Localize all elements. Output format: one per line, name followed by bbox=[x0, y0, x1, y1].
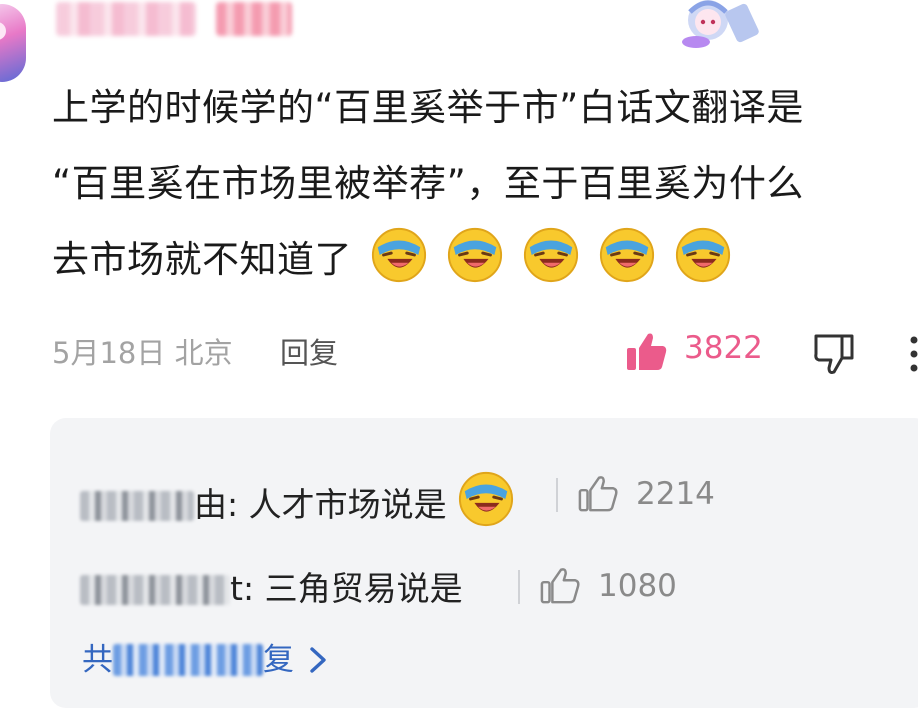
laughing-cry-emoji-icon bbox=[599, 227, 655, 283]
reply-username-tail: t: bbox=[230, 569, 255, 608]
reply-like-count: 2214 bbox=[636, 476, 715, 512]
comment-date-location: 5月18日 北京 bbox=[52, 336, 233, 370]
comment-body: 上学的时候学的“百里奚举于市”白话文翻译是 “百里奚在市场里被举荐”，至于百里奚… bbox=[52, 70, 902, 298]
reply-username-tail: 由: bbox=[194, 485, 239, 524]
thumbs-up-icon[interactable] bbox=[626, 332, 668, 372]
more-replies-prefix: 共 bbox=[82, 642, 113, 678]
username-blurred[interactable] bbox=[56, 2, 196, 36]
reply-text: 人才市场说是 bbox=[248, 485, 447, 524]
divider bbox=[556, 478, 558, 512]
thumbs-up-icon[interactable] bbox=[540, 566, 580, 606]
more-replies-suffix: 复 bbox=[263, 642, 294, 678]
more-options-icon[interactable] bbox=[906, 334, 918, 374]
thumbs-up-icon[interactable] bbox=[578, 474, 618, 514]
view-more-replies-link[interactable]: 共复 bbox=[82, 634, 328, 679]
laughing-cry-emoji-icon bbox=[675, 227, 731, 283]
user-badge-blurred bbox=[216, 2, 292, 36]
laughing-cry-emoji-icon bbox=[447, 227, 503, 283]
reply-item[interactable]: 由: 人才市场说是 bbox=[80, 470, 515, 528]
reply-username-blurred[interactable] bbox=[80, 491, 194, 521]
comment-line: 上学的时候学的“百里奚举于市”白话文翻译是 bbox=[52, 86, 804, 129]
comment-line-text: 去市场就不知道了 bbox=[52, 238, 352, 281]
reply-username-blurred[interactable] bbox=[80, 575, 230, 605]
laughing-cry-emoji-icon bbox=[371, 227, 427, 283]
comment-line: 去市场就不知道了 bbox=[52, 222, 902, 298]
thumbs-down-icon[interactable] bbox=[812, 332, 856, 374]
avatar-pendant-icon bbox=[682, 0, 759, 48]
avatar[interactable] bbox=[0, 4, 26, 82]
more-replies-count-blurred bbox=[113, 644, 263, 676]
reply-text: 三角贸易说是 bbox=[264, 569, 463, 608]
laughing-cry-emoji-icon bbox=[523, 227, 579, 283]
divider bbox=[518, 570, 520, 604]
laughing-cry-emoji-icon bbox=[458, 471, 513, 527]
reply-button[interactable]: 回复 bbox=[280, 330, 338, 372]
chevron-right-icon bbox=[310, 647, 326, 673]
comment-line: “百里奚在市场里被举荐”，至于百里奚为什么 bbox=[52, 162, 804, 205]
reply-like-count: 1080 bbox=[598, 568, 677, 604]
like-count: 3822 bbox=[684, 330, 763, 366]
reply-item[interactable]: t: 三角贸易说是 bbox=[80, 562, 463, 610]
